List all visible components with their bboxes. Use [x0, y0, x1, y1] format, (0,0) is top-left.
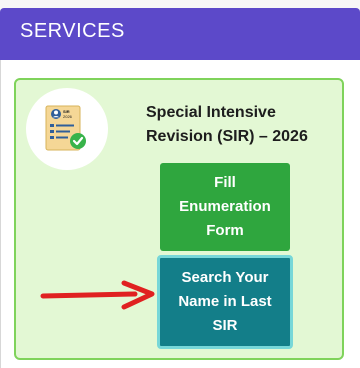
search-button-line-2: Name in Last — [178, 293, 272, 310]
sir-document-icon-circle: SIR 2026 — [26, 88, 108, 170]
search-name-last-sir-button[interactable]: Search Your Name in Last SIR — [157, 255, 293, 349]
fill-button-line-1: Fill — [214, 174, 236, 191]
svg-text:2026: 2026 — [63, 114, 73, 119]
sir-title-line-2: Revision (SIR) – 2026 — [146, 128, 308, 145]
fill-enumeration-form-button[interactable]: Fill Enumeration Form — [160, 163, 290, 251]
document-checklist-icon: SIR 2026 — [45, 105, 86, 151]
services-header: SERVICES — [0, 8, 360, 60]
fill-button-line-2: Enumeration — [179, 198, 271, 215]
search-button-line-1: Search Your — [181, 269, 269, 286]
services-title: SERVICES — [20, 20, 125, 42]
services-screen: SERVICES SIR 2026 Special Intensive Revi… — [0, 0, 360, 368]
sir-service-title: Special Intensive Revision (SIR) – 2026 — [146, 101, 346, 149]
search-button-line-3: SIR — [212, 317, 238, 334]
red-arrow-icon — [40, 280, 155, 310]
fill-button-line-3: Form — [206, 222, 244, 239]
sir-title-line-1: Special Intensive — [146, 104, 276, 121]
